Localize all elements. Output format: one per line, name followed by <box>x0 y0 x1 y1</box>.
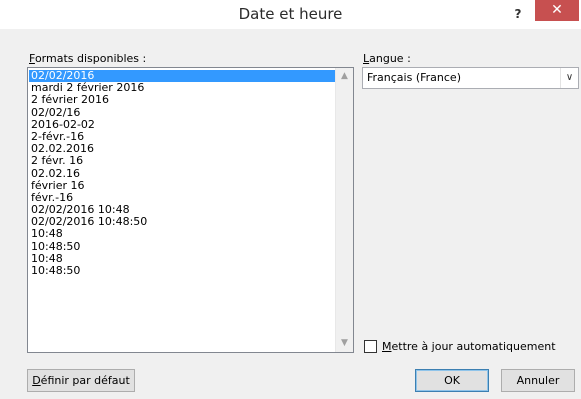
ok-button[interactable]: OK <box>415 369 489 392</box>
format-list-item[interactable]: 2 févr. 16 <box>29 155 335 167</box>
formats-list: 02/02/2016 mardi 2 février 2016 2 février … <box>29 69 335 277</box>
format-list-item[interactable]: 02/02/2016 10:48:50 <box>29 216 335 228</box>
format-list-item[interactable]: 10:48 <box>29 228 335 240</box>
auto-update-checkbox[interactable] <box>364 340 377 353</box>
format-list-item[interactable]: 10:48:50 <box>29 240 335 253</box>
language-select[interactable]: Français (France) ∨ <box>362 67 579 89</box>
language-label: Langue : <box>363 52 411 65</box>
close-button[interactable]: ✕ <box>535 0 579 21</box>
help-button[interactable]: ? <box>508 4 528 24</box>
window-title: Date et heure <box>238 5 343 23</box>
auto-update-label[interactable]: Mettre à jour automatiquement <box>382 340 556 353</box>
format-list-item[interactable]: 02/02/16 <box>29 106 335 119</box>
set-default-button[interactable]: Définir par défaut <box>27 369 135 392</box>
format-list-item[interactable]: 10:48:50 <box>29 264 335 277</box>
language-value: Français (France) <box>367 71 461 84</box>
scroll-down-arrow-icon[interactable]: ▼ <box>336 335 353 352</box>
format-list-item[interactable]: février 16 <box>29 179 335 192</box>
formats-scrollbar[interactable]: ▲ ▼ <box>335 68 353 352</box>
format-list-item[interactable]: 2 février 2016 <box>29 94 335 106</box>
formats-listbox[interactable]: 02/02/2016 mardi 2 février 2016 2 février … <box>27 67 354 353</box>
close-icon: ✕ <box>551 2 563 18</box>
formats-label: Formats disponibles : <box>29 52 147 65</box>
title-bar: Date et heure ? ✕ <box>0 0 581 29</box>
scroll-up-arrow-icon[interactable]: ▲ <box>336 68 353 85</box>
cancel-button[interactable]: Annuler <box>501 369 575 392</box>
chevron-down-icon[interactable]: ∨ <box>560 68 578 88</box>
format-list-item[interactable]: 02.02.16 <box>29 167 335 180</box>
